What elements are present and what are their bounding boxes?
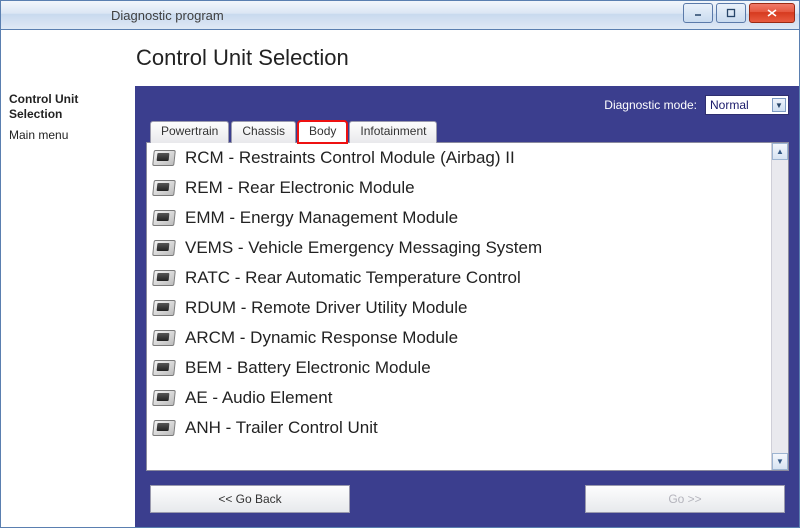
page-title: Control Unit Selection	[136, 45, 349, 71]
diagnostic-mode-label: Diagnostic mode:	[604, 98, 697, 112]
module-row[interactable]: BEM - Battery Electronic Module	[147, 353, 771, 383]
page-body: Control Unit Selection Main menu Diagnos…	[0, 86, 800, 528]
app-window: Diagnostic program Control Unit Selectio…	[0, 0, 800, 528]
window-title: Diagnostic program	[111, 8, 224, 23]
module-icon	[153, 150, 175, 166]
tab-powertrain[interactable]: Powertrain	[150, 121, 229, 143]
scroll-up-button[interactable]: ▲	[772, 143, 788, 160]
close-icon	[766, 8, 778, 18]
go-back-button[interactable]: << Go Back	[150, 485, 350, 513]
tab-body[interactable]: Body	[298, 121, 347, 143]
close-button[interactable]	[749, 3, 795, 23]
module-row[interactable]: EMM - Energy Management Module	[147, 203, 771, 233]
scrollbar[interactable]: ▲ ▼	[771, 143, 788, 470]
diagnostic-mode-value: Normal	[710, 98, 749, 112]
module-icon	[153, 390, 175, 406]
module-label: RCM - Restraints Control Module (Airbag)…	[185, 148, 515, 168]
maximize-button[interactable]	[716, 3, 746, 23]
page-header: Control Unit Selection	[0, 30, 800, 86]
module-label: RATC - Rear Automatic Temperature Contro…	[185, 268, 521, 288]
module-label: REM - Rear Electronic Module	[185, 178, 415, 198]
minimize-icon	[693, 8, 703, 18]
module-icon	[153, 180, 175, 196]
window-titlebar: Diagnostic program	[0, 0, 800, 30]
module-row[interactable]: RDUM - Remote Driver Utility Module	[147, 293, 771, 323]
module-label: ARCM - Dynamic Response Module	[185, 328, 458, 348]
tab-chassis[interactable]: Chassis	[231, 121, 296, 143]
scroll-track[interactable]	[772, 160, 788, 453]
scroll-down-button[interactable]: ▼	[772, 453, 788, 470]
module-icon	[153, 240, 175, 256]
sidebar-mainmenu[interactable]: Main menu	[9, 128, 127, 142]
tab-infotainment[interactable]: Infotainment	[349, 121, 437, 143]
diagnostic-mode-row: Diagnostic mode: Normal ▼	[146, 92, 789, 118]
chevron-down-icon: ▼	[772, 98, 786, 112]
module-row[interactable]: RATC - Rear Automatic Temperature Contro…	[147, 263, 771, 293]
module-label: AE - Audio Element	[185, 388, 332, 408]
module-listbox: RCM - Restraints Control Module (Airbag)…	[146, 142, 789, 471]
module-icon	[153, 420, 175, 436]
module-icon	[153, 210, 175, 226]
module-row[interactable]: AE - Audio Element	[147, 383, 771, 413]
module-list: RCM - Restraints Control Module (Airbag)…	[147, 143, 771, 470]
minimize-button[interactable]	[683, 3, 713, 23]
module-label: VEMS - Vehicle Emergency Messaging Syste…	[185, 238, 542, 258]
module-icon	[153, 360, 175, 376]
module-row[interactable]: ANH - Trailer Control Unit	[147, 413, 771, 443]
module-label: EMM - Energy Management Module	[185, 208, 458, 228]
tab-strip: Powertrain Chassis Body Infotainment	[146, 120, 789, 142]
module-icon	[153, 330, 175, 346]
module-row[interactable]: VEMS - Vehicle Emergency Messaging Syste…	[147, 233, 771, 263]
module-label: BEM - Battery Electronic Module	[185, 358, 431, 378]
module-icon	[153, 300, 175, 316]
diagnostic-mode-select[interactable]: Normal ▼	[705, 95, 789, 115]
module-row[interactable]: RCM - Restraints Control Module (Airbag)…	[147, 143, 771, 173]
main-panel: Diagnostic mode: Normal ▼ Powertrain Cha…	[136, 86, 799, 527]
module-label: ANH - Trailer Control Unit	[185, 418, 378, 438]
go-forward-button[interactable]: Go >>	[585, 485, 785, 513]
maximize-icon	[726, 8, 736, 18]
sidebar-current[interactable]: Control Unit Selection	[9, 92, 127, 122]
module-row[interactable]: REM - Rear Electronic Module	[147, 173, 771, 203]
window-controls	[683, 3, 795, 23]
module-icon	[153, 270, 175, 286]
module-label: RDUM - Remote Driver Utility Module	[185, 298, 467, 318]
sidebar: Control Unit Selection Main menu	[1, 86, 136, 527]
footer-nav: << Go Back Go >>	[146, 479, 789, 519]
module-row[interactable]: ARCM - Dynamic Response Module	[147, 323, 771, 353]
